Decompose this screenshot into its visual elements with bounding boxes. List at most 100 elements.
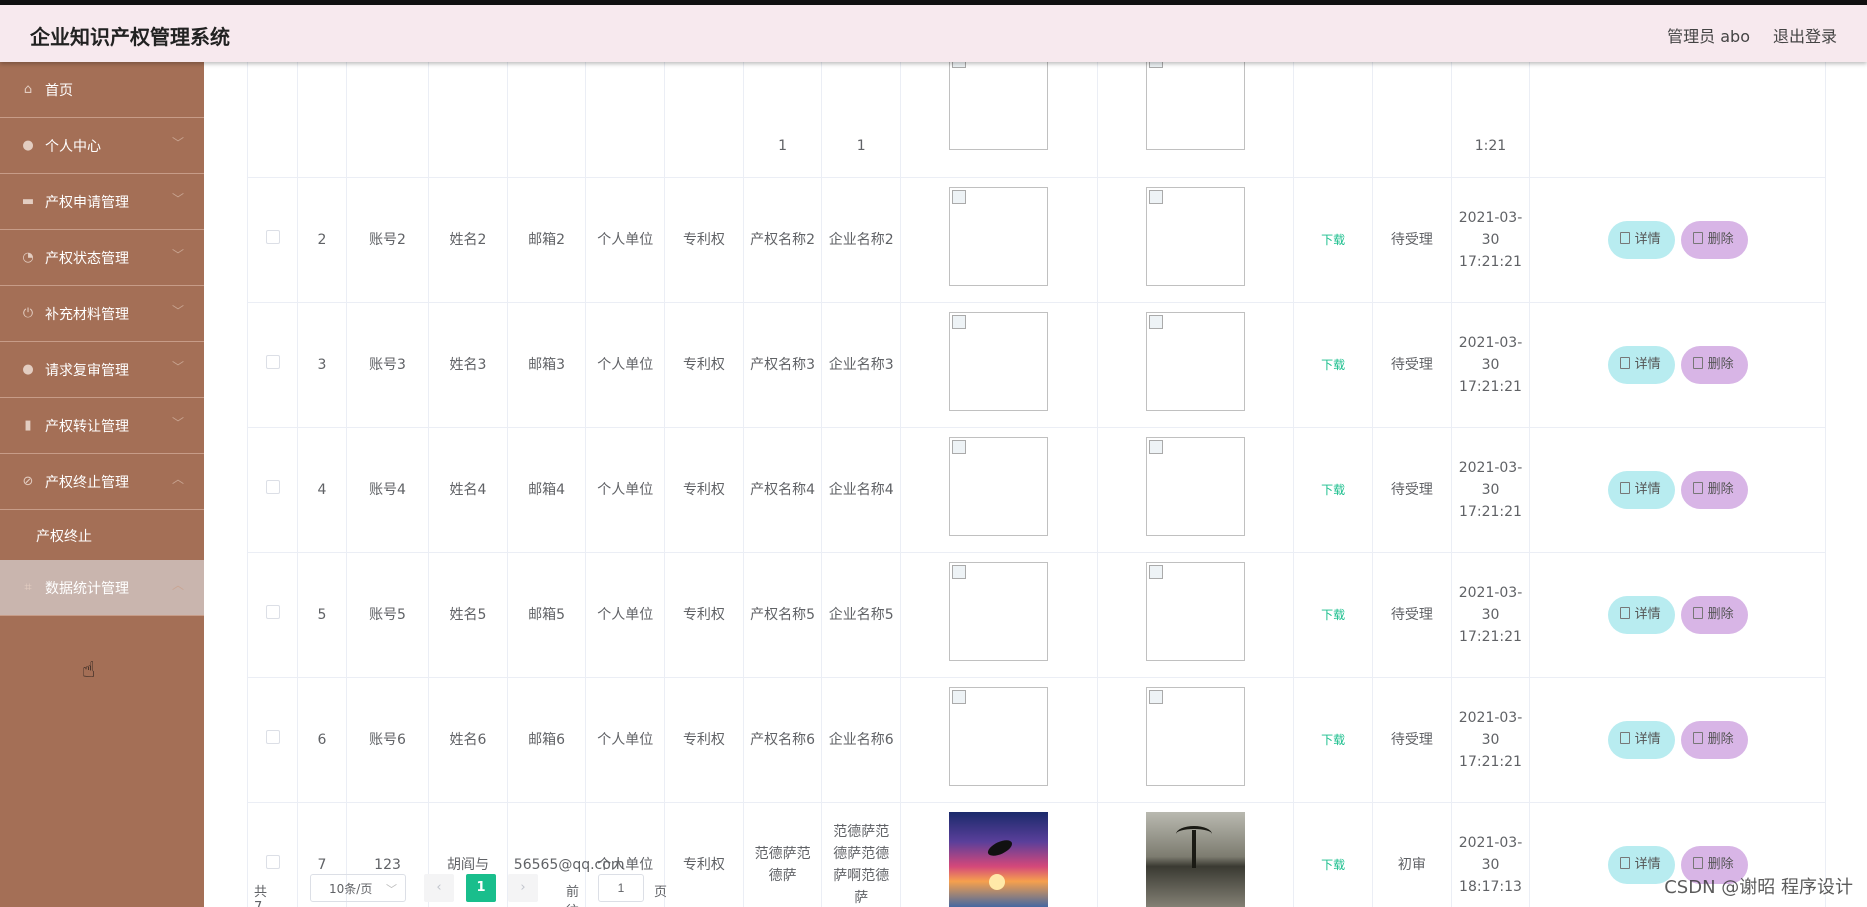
- download-link[interactable]: 下载: [1321, 733, 1345, 747]
- broken-image-icon: [1146, 686, 1246, 786]
- cell-image-2: [1097, 677, 1295, 803]
- cell-email: 邮箱6: [507, 677, 587, 803]
- row-checkbox-cell: [246, 177, 299, 303]
- sidebar-item-data-statistics[interactable]: ⌗ 数据统计管理 ︿: [0, 560, 204, 616]
- cell-type: 专利权: [664, 427, 744, 553]
- cell-email: 邮箱2: [507, 177, 587, 303]
- cell-download: 下载: [1293, 677, 1374, 803]
- sidebar-item-label: 产权状态管理: [45, 251, 129, 267]
- cell-name: 姓名3: [428, 302, 508, 428]
- row-checkbox-cell: [246, 427, 299, 553]
- delete-button[interactable]: 删除: [1680, 720, 1748, 759]
- cell-image-2: [1097, 302, 1295, 428]
- crop-icon: ⌗: [24, 580, 32, 595]
- download-link[interactable]: 下载: [1321, 233, 1345, 247]
- row-checkbox[interactable]: [265, 229, 280, 244]
- sidebar-item-label: 产权申请管理: [45, 195, 129, 211]
- cell-status: 待受理: [1372, 427, 1452, 553]
- delete-label: 删除: [1707, 231, 1734, 247]
- row-checkbox[interactable]: [265, 604, 280, 619]
- sidebar-item-label: 产权终止管理: [45, 475, 129, 491]
- detail-label: 详情: [1634, 856, 1661, 872]
- row-checkbox[interactable]: [265, 479, 280, 494]
- detail-button[interactable]: 详情: [1607, 595, 1675, 634]
- briefcase-icon: ▬: [21, 194, 35, 209]
- broken-image-icon: [949, 62, 1049, 150]
- cell-status: 初审: [1372, 802, 1452, 907]
- download-link[interactable]: 下载: [1321, 358, 1345, 372]
- page-size-select[interactable]: 10条/页 ﹀: [310, 874, 406, 902]
- cell-time-tail: 1:21: [1451, 62, 1531, 178]
- detail-button[interactable]: 详情: [1607, 470, 1675, 509]
- page-unit-label: 页: [654, 885, 668, 900]
- cell-download: 下载: [1293, 427, 1374, 553]
- row-checkbox[interactable]: [265, 729, 280, 744]
- cell-index: 3: [297, 302, 347, 428]
- sidebar-item-personal-center[interactable]: ● 个人中心 ﹀: [0, 118, 204, 174]
- goto-page-input[interactable]: [598, 874, 644, 902]
- sidebar-item-review-request[interactable]: ● 请求复审管理 ﹀: [0, 342, 204, 398]
- sidebar-item-label: 数据统计管理: [45, 581, 129, 597]
- row-checkbox[interactable]: [265, 854, 280, 869]
- cell-actions: 详情 删除: [1529, 552, 1826, 678]
- detail-label: 详情: [1634, 606, 1661, 622]
- row-checkbox-cell: [246, 552, 299, 678]
- cell-name: 姓名5: [428, 552, 508, 678]
- cell-time: 2021-03-30 17:21:21: [1451, 677, 1531, 803]
- trash-icon: [1692, 856, 1703, 869]
- cell-actions: 详情 删除: [1529, 427, 1826, 553]
- document-icon: [1619, 606, 1630, 619]
- detail-button[interactable]: 详情: [1607, 220, 1675, 259]
- detail-button[interactable]: 详情: [1607, 345, 1675, 384]
- download-link[interactable]: 下载: [1321, 608, 1345, 622]
- download-link[interactable]: 下载: [1321, 483, 1345, 497]
- cell-image-1: [900, 302, 1098, 428]
- cell-status: 待受理: [1372, 177, 1452, 303]
- sidebar-item-home[interactable]: ⌂ 首页: [0, 62, 204, 118]
- detail-button[interactable]: 详情: [1607, 720, 1675, 759]
- cell-image-1: [900, 552, 1098, 678]
- cell-index: 4: [297, 427, 347, 553]
- row-checkbox-cell: [246, 302, 299, 428]
- cell-ip-name: 产权名称5: [743, 552, 823, 678]
- delete-button[interactable]: 删除: [1680, 220, 1748, 259]
- broken-image-icon: [949, 561, 1049, 661]
- prev-page-button[interactable]: ‹: [424, 874, 454, 902]
- row-checkbox[interactable]: [265, 354, 280, 369]
- delete-label: 删除: [1707, 731, 1734, 747]
- download-link[interactable]: 下载: [1321, 858, 1345, 872]
- logout-link[interactable]: 退出登录: [1773, 23, 1837, 47]
- cell-unit: 个人单位: [585, 427, 666, 553]
- sidebar-item-label: 首页: [45, 83, 73, 99]
- sidebar-subitem-ip-termination[interactable]: 产权终止: [0, 510, 204, 560]
- trash-icon: [1692, 606, 1703, 619]
- page-number-button[interactable]: 1: [466, 874, 496, 902]
- cell-name: 姓名4: [428, 427, 508, 553]
- cell-time: 2021-03-30 17:21:21: [1451, 552, 1531, 678]
- sidebar: ⌂ 首页 ● 个人中心 ﹀ ▬ 产权申请管理 ﹀ ◔ 产权状态管理 ﹀ ⏻ 补充…: [0, 62, 204, 907]
- cell-company: 企业名称3: [821, 302, 902, 428]
- chevron-down-icon: ﹀: [171, 360, 184, 374]
- cell-download: 下载: [1293, 802, 1374, 907]
- sidebar-item-supplement[interactable]: ⏻ 补充材料管理 ﹀: [0, 286, 204, 342]
- cell-image-2: [1097, 552, 1295, 678]
- trash-icon: [1692, 231, 1703, 244]
- next-page-button[interactable]: ›: [508, 874, 538, 902]
- bar-chart-icon: ▮: [24, 418, 32, 433]
- delete-button[interactable]: 删除: [1680, 470, 1748, 509]
- delete-button[interactable]: 删除: [1680, 595, 1748, 634]
- cell-type: 专利权: [664, 302, 744, 428]
- document-icon: [1619, 481, 1630, 494]
- delete-button[interactable]: 删除: [1680, 345, 1748, 384]
- chevron-down-icon: ﹀: [171, 416, 184, 430]
- cell-download: 下载: [1293, 552, 1374, 678]
- cell-image-1: [900, 427, 1098, 553]
- trash-icon: [1692, 481, 1703, 494]
- sidebar-item-ip-termination[interactable]: ⊘ 产权终止管理 ︿: [0, 454, 204, 510]
- goto-label: 前往: [566, 885, 580, 907]
- sidebar-item-ip-application[interactable]: ▬ 产权申请管理 ﹀: [0, 174, 204, 230]
- watermark: CSDN @谢昭 程序设计: [1664, 877, 1853, 898]
- sidebar-item-ip-status[interactable]: ◔ 产权状态管理 ﹀: [0, 230, 204, 286]
- sidebar-item-ip-transfer[interactable]: ▮ 产权转让管理 ﹀: [0, 398, 204, 454]
- app-title: 企业知识产权管理系统: [30, 25, 230, 49]
